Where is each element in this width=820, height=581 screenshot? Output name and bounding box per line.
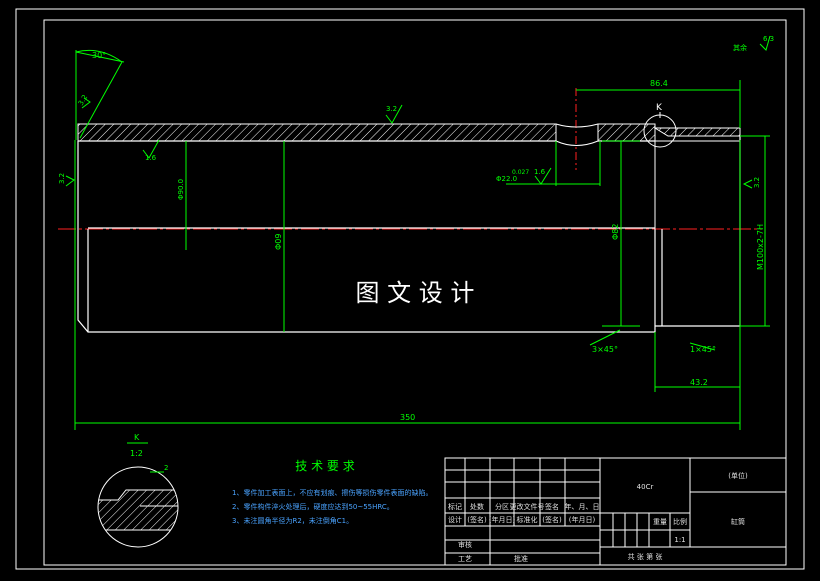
dim-tol: 0.027: [512, 169, 529, 176]
dim-dia-mid: Φ82: [611, 224, 620, 240]
groove-profile: [555, 123, 599, 146]
roughness-left-mid: 3.2: [58, 173, 66, 184]
dim-chamfer-left: 3×45°: [592, 345, 618, 354]
svg-text:签名: 签名: [545, 502, 559, 511]
detail-hatch: [98, 489, 178, 531]
title-row-1: 标记 处数 分区 更改文件号 签名 年、月、日: [448, 502, 600, 511]
title-scale-header: 比例: [673, 517, 687, 526]
section-hatch-thread: [653, 127, 741, 137]
detail-label: K: [134, 433, 140, 442]
title-sheets: 共 张 第 张: [628, 552, 663, 561]
svg-text:处数: 处数: [470, 502, 484, 511]
title-material: 40Cr: [637, 483, 654, 491]
detail-dim: 2: [164, 464, 168, 472]
title-row-2: 设计 (签名) (年月日) 标准化 (签名) (年月日): [448, 515, 595, 524]
roughness-outer: 3.2: [77, 93, 89, 107]
roughness-corner-label: 其余: [733, 43, 747, 52]
svg-text:(年月日): (年月日): [489, 515, 516, 524]
svg-text:标记: 标记: [448, 502, 462, 511]
title-part-name: 缸筒: [731, 517, 745, 526]
svg-text:(签名): (签名): [542, 515, 562, 524]
dim-dia-hole: Φ90.0: [177, 179, 185, 200]
dim-dia-big: Φ09: [274, 234, 283, 250]
roughness-corner-value: 6.3: [763, 35, 774, 43]
requirements-title: 技 术 要 求: [295, 459, 354, 473]
title-review: 审核: [458, 540, 472, 549]
svg-text:年、月、日: 年、月、日: [565, 502, 600, 511]
view-label: K: [656, 103, 663, 113]
section-hatch-right: [597, 123, 656, 142]
requirement-item-1: 1、零件加工表面上，不应有划痕、擦伤等损伤零件表面的缺陷。: [232, 488, 432, 497]
watermark: 图 文 设 计: [356, 279, 475, 307]
dim-dia-small: Φ22.0: [496, 175, 517, 183]
svg-text:更改文件号: 更改文件号: [510, 502, 545, 511]
requirement-item-2: 2、零件构件淬火处理后，硬度应达到50~55HRC。: [232, 502, 394, 511]
svg-text:标准化: 标准化: [517, 515, 538, 524]
title-process: 工艺: [458, 555, 472, 563]
svg-text:设计: 设计: [448, 515, 462, 524]
roughness-top: 3.2: [386, 105, 397, 113]
svg-text:(年月日): (年月日): [569, 515, 596, 524]
detail-scale: 1:2: [130, 449, 143, 458]
dimension-lines: [74, 49, 770, 430]
dim-thread: M100x2-7H: [756, 224, 765, 270]
roughness-groove: 1.6: [534, 168, 546, 176]
title-weight-header: 重量: [653, 518, 667, 526]
requirement-item-3: 3、未注圆角半径为R2，未注倒角C1。: [232, 516, 353, 525]
dim-angle: 30°: [92, 51, 106, 60]
roughness-left-top: 1.6: [145, 154, 157, 162]
dim-tail-len: 43.2: [690, 378, 708, 387]
drawing-sheet: K 图 文 设 计 30° 86.4 350 43.2 Φ09 Φ82 Φ90.…: [15, 8, 805, 570]
dim-total-len: 350: [400, 413, 415, 422]
svg-text:分区: 分区: [495, 502, 509, 511]
dim-thread-len: 86.4: [650, 79, 668, 88]
svg-text:(签名): (签名): [467, 515, 487, 524]
section-hatch-left: [77, 123, 557, 142]
roughness-right: 3.2: [753, 177, 761, 188]
dim-chamfer-right: 1×45°: [690, 345, 716, 354]
roughness-symbols: [65, 35, 771, 189]
title-approve: 批准: [514, 554, 528, 563]
title-org: (单位): [728, 471, 748, 480]
title-scale-value: 1:1: [674, 536, 685, 544]
